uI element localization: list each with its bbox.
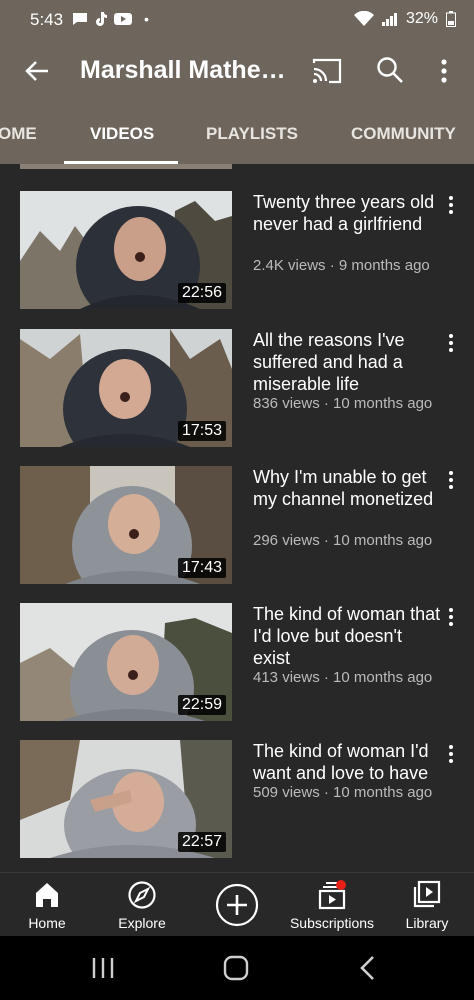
nav-library[interactable]: Library (380, 879, 474, 931)
nav-explore[interactable]: Explore (95, 879, 189, 931)
video-item[interactable]: 22:57 The kind of woman I'd want and lov… (0, 740, 474, 860)
youtube-icon (114, 13, 132, 25)
video-duration: 22:56 (177, 283, 226, 303)
status-bar: 5:43 • 32% (0, 0, 474, 40)
video-meta: 296 views · 10 months ago (253, 532, 433, 549)
search-icon[interactable] (376, 56, 404, 84)
video-item[interactable]: 22:56 Twenty three years old never had a… (0, 191, 474, 311)
video-item[interactable]: 22:59 The kind of woman that I'd love bu… (0, 603, 474, 723)
video-more-options-icon[interactable] (444, 331, 458, 357)
notification-icons: • (72, 11, 149, 27)
video-duration: 22:57 (177, 832, 226, 852)
video-item[interactable]: 17:53 All the reasons I've suffered and … (0, 329, 474, 449)
recent-apps-icon[interactable] (90, 956, 116, 980)
video-meta: 2.4K views · 9 months ago (253, 257, 430, 274)
back-arrow-icon[interactable] (22, 56, 52, 86)
subscriptions-icon (318, 880, 346, 910)
video-meta: 836 views · 10 months ago (253, 395, 433, 412)
message-icon (73, 13, 87, 25)
video-title[interactable]: The kind of woman that I'd love but does… (253, 603, 443, 669)
nav-explore-label: Explore (118, 915, 166, 931)
status-time: 5:43 (30, 10, 64, 29)
nav-subscriptions[interactable]: Subscriptions (285, 879, 379, 931)
partial-thumbnail (20, 164, 232, 169)
video-thumbnail[interactable]: 22:57 (20, 740, 232, 858)
video-thumbnail[interactable]: 22:59 (20, 603, 232, 721)
channel-tabs: OME VIDEOS PLAYLISTS COMMUNITY (0, 102, 474, 164)
android-navigation-bar (0, 936, 474, 1000)
signal-icon (381, 13, 397, 26)
video-more-options-icon[interactable] (444, 605, 458, 631)
home-button-icon[interactable] (223, 955, 249, 981)
battery-icon (446, 11, 456, 27)
wifi-icon (353, 11, 374, 26)
tab-community[interactable]: COMMUNITY (351, 124, 456, 144)
video-more-options-icon[interactable] (444, 468, 458, 494)
video-more-options-icon[interactable] (444, 742, 458, 768)
video-list: 22:56 Twenty three years old never had a… (0, 164, 474, 872)
tab-videos[interactable]: VIDEOS (90, 124, 154, 144)
video-duration: 22:59 (177, 695, 226, 715)
nav-home-label: Home (28, 915, 66, 931)
nav-create[interactable] (190, 879, 284, 931)
video-thumbnail[interactable]: 22:56 (20, 191, 232, 309)
library-icon (413, 880, 441, 908)
back-button-icon[interactable] (358, 955, 378, 981)
more-options-icon[interactable] (436, 56, 452, 86)
video-more-options-icon[interactable] (444, 193, 458, 219)
app-bar: Marshall Mathe… (0, 40, 474, 102)
video-title[interactable]: All the reasons I've suffered and had a … (253, 329, 443, 395)
dot-icon: • (144, 11, 149, 27)
channel-title: Marshall Mathe… (80, 56, 286, 84)
tab-playlists[interactable]: PLAYLISTS (206, 124, 298, 144)
video-title[interactable]: The kind of woman I'd want and love to h… (253, 740, 443, 784)
tiktok-icon (96, 12, 107, 26)
video-title[interactable]: Why I'm unable to get my channel monetiz… (253, 466, 443, 510)
video-thumbnail[interactable]: 17:53 (20, 329, 232, 447)
video-thumbnail[interactable]: 17:43 (20, 466, 232, 584)
nav-library-label: Library (405, 915, 449, 931)
add-icon (215, 883, 259, 927)
nav-subscriptions-label: Subscriptions (289, 915, 375, 931)
compass-icon (128, 881, 156, 909)
status-right: 32% (353, 10, 456, 28)
nav-home[interactable]: Home (0, 879, 94, 931)
video-item[interactable]: 17:43 Why I'm unable to get my channel m… (0, 466, 474, 586)
cast-icon[interactable] (312, 57, 342, 85)
bottom-navigation: Home Explore Subscriptions Library (0, 872, 474, 937)
battery-percent: 32% (405, 10, 438, 27)
home-icon (36, 883, 58, 907)
video-meta: 413 views · 10 months ago (253, 669, 433, 686)
video-duration: 17:43 (177, 558, 226, 578)
video-title[interactable]: Twenty three years old never had a girlf… (253, 191, 443, 235)
tab-home[interactable]: OME (0, 124, 37, 144)
video-meta: 509 views · 10 months ago (253, 784, 433, 801)
video-duration: 17:53 (177, 421, 226, 441)
